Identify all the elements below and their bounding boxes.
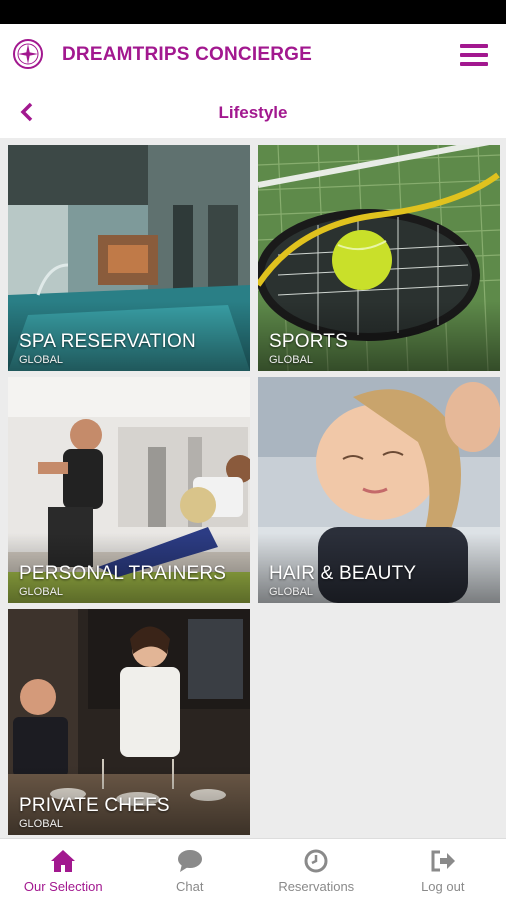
tile-title: PERSONAL TRAINERS <box>19 563 227 584</box>
nav-label: Log out <box>421 879 465 894</box>
status-bar <box>0 0 506 24</box>
tile-subtitle: GLOBAL <box>19 586 64 598</box>
home-icon <box>51 850 76 872</box>
nav-label: Reservations <box>278 879 355 894</box>
app-title: DREAMTRIPS CONCIERGE <box>62 44 312 65</box>
nav-label: Chat <box>176 879 204 894</box>
nav-reservations[interactable]: Reservations <box>253 839 380 900</box>
tile-title: HAIR & BEAUTY <box>269 563 417 584</box>
tile-personal-trainers[interactable]: PERSONAL TRAINERS GLOBAL <box>8 377 250 603</box>
page-title: Lifestyle <box>218 103 288 122</box>
category-grid: SPA RESERVATION GLOBAL SPORTS GLOBAL PER… <box>0 138 506 838</box>
tile-subtitle: GLOBAL <box>19 354 64 366</box>
tile-private-chefs[interactable]: PRIVATE CHEFS GLOBAL <box>8 609 250 835</box>
nav-our-selection[interactable]: Our Selection <box>0 839 127 900</box>
tile-title: SPORTS <box>269 331 348 352</box>
clock-icon <box>304 849 328 873</box>
tile-subtitle: GLOBAL <box>19 818 64 830</box>
tile-title: PRIVATE CHEFS <box>19 795 170 816</box>
app-header: DREAMTRIPS CONCIERGE <box>0 24 506 88</box>
bottom-nav: Our Selection Chat Reservations Log out <box>0 838 506 900</box>
compass-logo-icon <box>13 39 43 69</box>
nav-label: Our Selection <box>23 879 103 894</box>
tile-title: SPA RESERVATION <box>19 331 196 352</box>
tile-sports[interactable]: SPORTS GLOBAL <box>258 145 500 371</box>
tile-hair-beauty[interactable]: HAIR & BEAUTY GLOBAL <box>258 377 500 603</box>
logout-icon <box>431 850 455 872</box>
tile-subtitle: GLOBAL <box>269 354 314 366</box>
nav-chat[interactable]: Chat <box>127 839 254 900</box>
sub-header: Lifestyle <box>0 88 506 138</box>
hamburger-menu-icon[interactable] <box>460 44 488 68</box>
tile-subtitle: GLOBAL <box>269 586 314 598</box>
nav-log-out[interactable]: Log out <box>380 839 506 900</box>
tile-spa-reservation[interactable]: SPA RESERVATION GLOBAL <box>8 145 250 371</box>
chat-bubble-icon <box>177 850 202 872</box>
